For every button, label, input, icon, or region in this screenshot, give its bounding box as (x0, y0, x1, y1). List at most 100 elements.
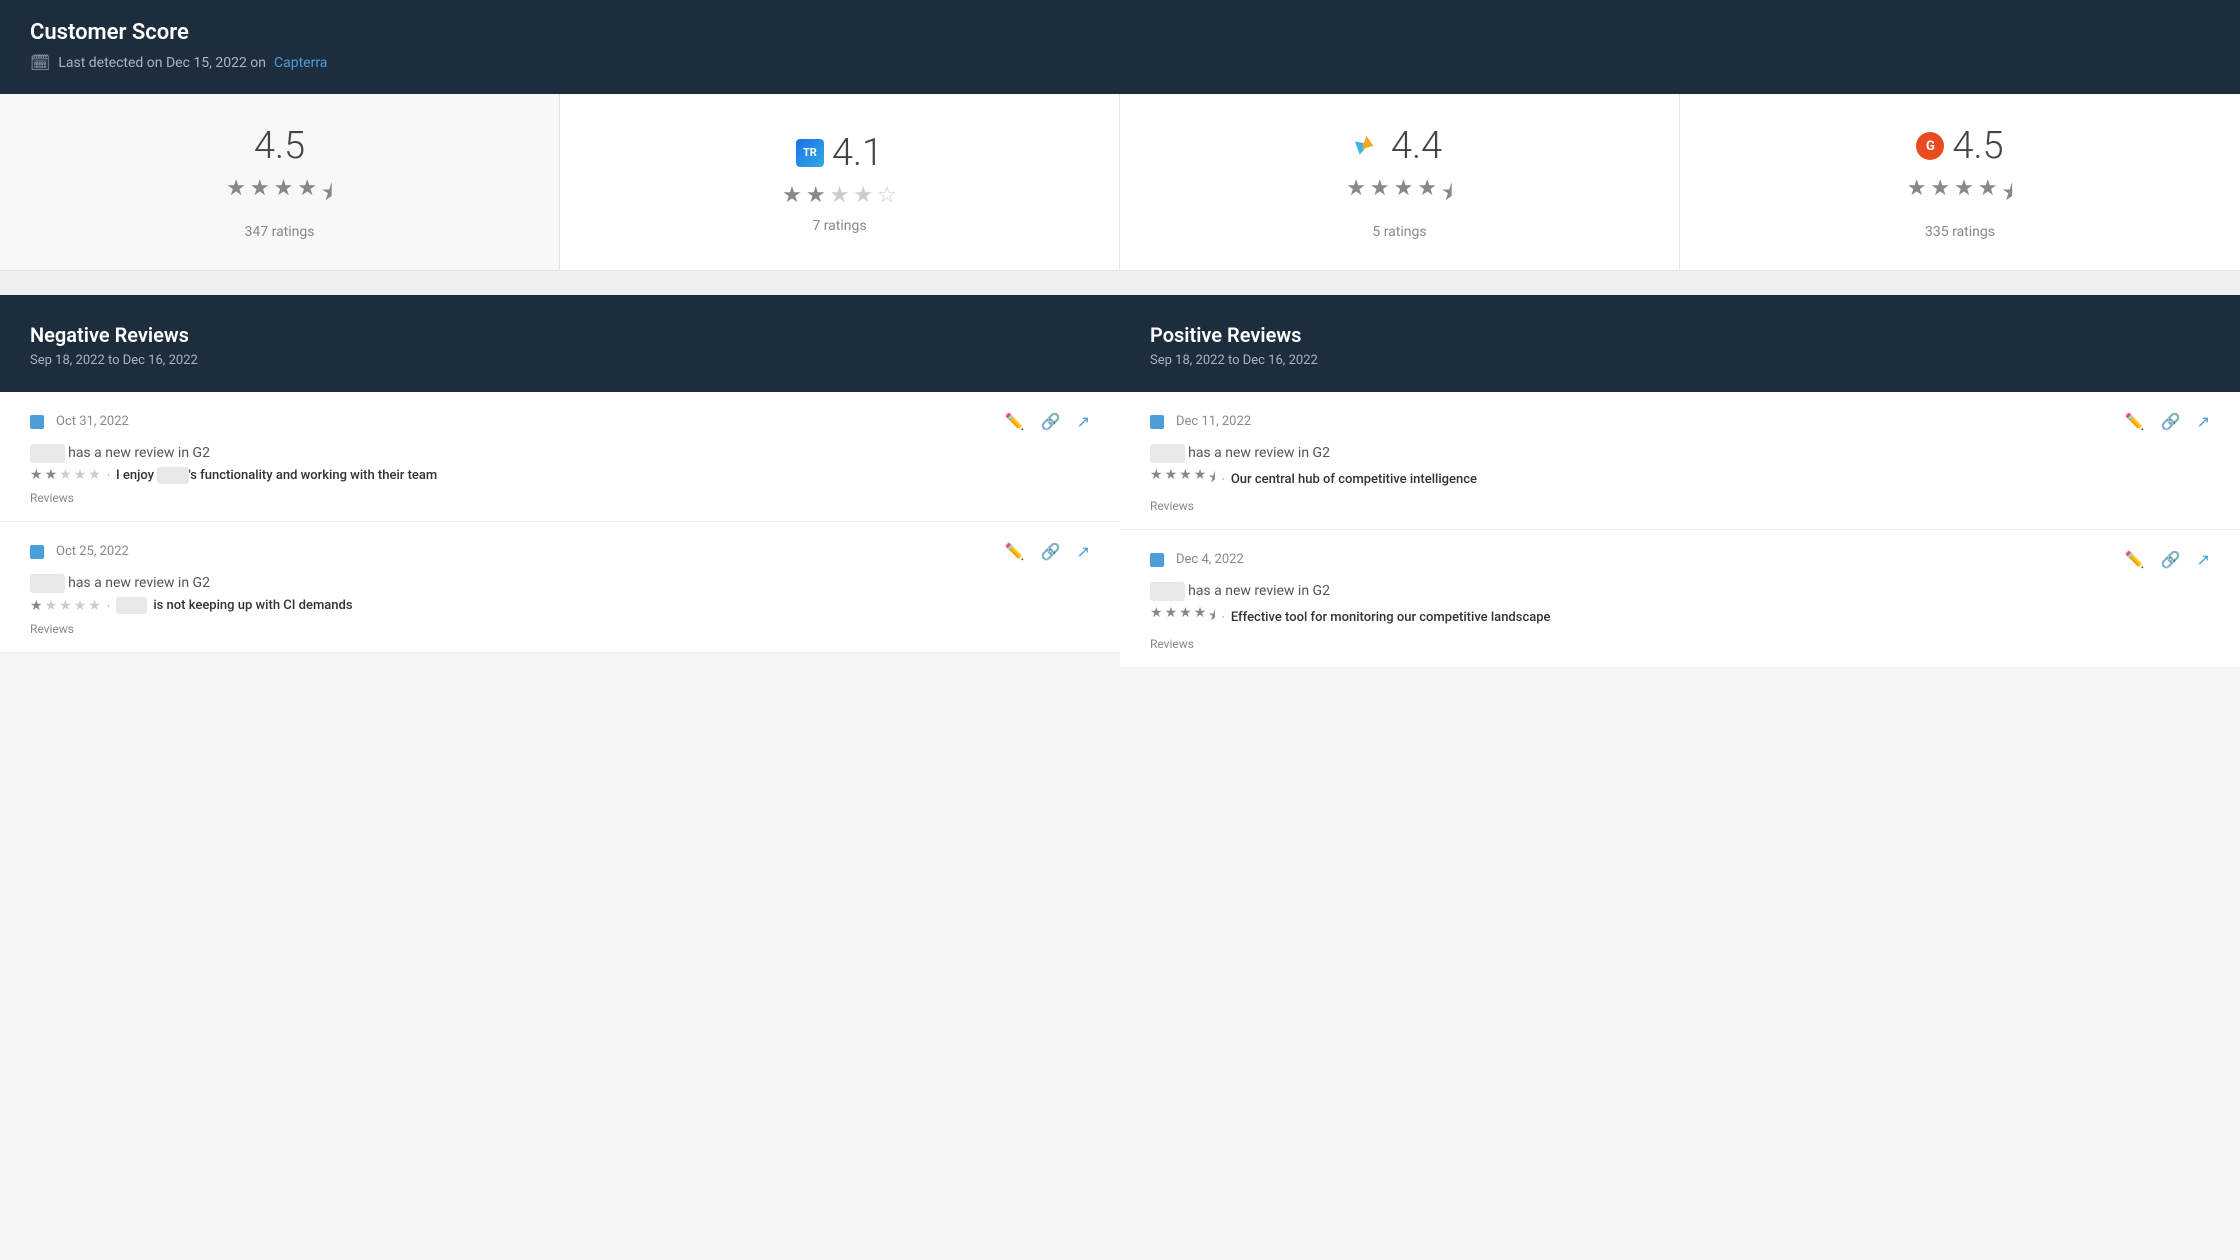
pos-dot-sep-2: · (1222, 610, 1225, 624)
p2-star-5: ⯨ (1208, 605, 1215, 629)
stars-g2: ★ ★ ★ ★ ⯨ (1907, 176, 2014, 214)
rating-cell-g2: G 4.5 ★ ★ ★ ★ ⯨ 335 ratings (1680, 94, 2240, 270)
ratings-bar: 4.5 ★ ★ ★ ★ ⯨ 347 ratings TR 4.1 ★ ★ ★ ★… (0, 94, 2240, 271)
pos-edit-icon-2[interactable]: ✏️ (2125, 550, 2145, 569)
review-title-row-1: ★ ★ ★ ★ ★ · I enjoy 's functionality and… (30, 467, 1090, 483)
positive-review-1: Dec 11, 2022 ✏️ 🔗 ↗ has a new review in … (1120, 392, 2240, 530)
r-star-3: ★ (59, 467, 72, 483)
dot-sep-1: · (107, 468, 110, 482)
star-2: ★ (1930, 176, 1950, 214)
pos-review-company-text-2: has a new review in G2 (1188, 583, 1330, 599)
review-date-1: Oct 31, 2022 (56, 414, 129, 429)
pos-review-title-2: Effective tool for monitoring our compet… (1231, 610, 1551, 625)
review-actions-1[interactable]: ✏️ 🔗 ↗ (1005, 412, 1090, 431)
star-1: ★ (1907, 176, 1927, 214)
review-title-1: I enjoy 's functionality and working wit… (116, 468, 437, 483)
capterra-link[interactable]: Capterra (274, 55, 327, 71)
review-stars-2: ★ ★ ★ ★ ★ (30, 598, 101, 614)
pos-review-title-1: Our central hub of competitive intellige… (1231, 472, 1477, 487)
positive-reviews-section: Positive Reviews Sep 18, 2022 to Dec 16,… (1120, 295, 2240, 668)
external-icon-1[interactable]: ↗ (1077, 412, 1090, 431)
pos-link-icon-1[interactable]: 🔗 (2161, 412, 2181, 431)
star-2: ★ (1370, 176, 1390, 214)
pos-review-dot-2 (1150, 553, 1164, 567)
star-5: ⯨ (1441, 176, 1453, 214)
star-2: ★ (806, 183, 826, 208)
star-2: ★ (250, 176, 270, 214)
pos-review-actions-2[interactable]: ✏️ 🔗 ↗ (2125, 550, 2210, 569)
r2-star-4: ★ (74, 598, 87, 614)
pos-review-company-name-1 (1150, 444, 1185, 463)
review-actions-2[interactable]: ✏️ 🔗 ↗ (1005, 542, 1090, 561)
r2-star-2: ★ (45, 598, 58, 614)
edit-icon-1[interactable]: ✏️ (1005, 412, 1025, 431)
review-title-2: is not keeping up with CI demands (153, 598, 352, 613)
pos-review-dot-1 (1150, 415, 1164, 429)
pos-external-icon-2[interactable]: ↗ (2197, 550, 2210, 569)
reviews-container: Negative Reviews Sep 18, 2022 to Dec 16,… (0, 295, 2240, 668)
negative-reviews-date: Sep 18, 2022 to Dec 16, 2022 (30, 353, 1090, 368)
review-company-2: has a new review in G2 (30, 575, 1090, 591)
review-dot-2 (30, 545, 44, 559)
g2-logo: G (1916, 132, 1944, 160)
negative-reviews-title: Negative Reviews (30, 323, 1090, 347)
star-5: ☆ (877, 183, 897, 208)
stars-tr: ★ ★ ★ ★ ☆ (782, 183, 897, 208)
rating-cell-trustradius: TR 4.1 ★ ★ ★ ★ ☆ 7 ratings (560, 94, 1120, 270)
rating-number-row: 4.5 (254, 124, 305, 168)
review-company-name-2 (30, 574, 65, 593)
star-1: ★ (782, 183, 802, 208)
negative-reviews-list: Oct 31, 2022 ✏️ 🔗 ↗ has a new review in … (0, 392, 1120, 653)
pos-review-actions-1[interactable]: ✏️ 🔗 ↗ (2125, 412, 2210, 431)
link-icon-2[interactable]: 🔗 (1041, 542, 1061, 561)
pos-review-tag-2: Reviews (1150, 637, 2210, 651)
star-3: ★ (1954, 176, 1974, 214)
pos-review-header-left-1: Dec 11, 2022 (1150, 414, 1251, 429)
p-star-3: ★ (1179, 467, 1192, 491)
pos-review-header-left-2: Dec 4, 2022 (1150, 552, 1244, 567)
r-star-2: ★ (45, 467, 58, 483)
negative-review-1: Oct 31, 2022 ✏️ 🔗 ↗ has a new review in … (0, 392, 1120, 522)
negative-reviews-header: Negative Reviews Sep 18, 2022 to Dec 16,… (0, 295, 1120, 392)
r-star-5: ★ (88, 467, 101, 483)
pos-edit-icon-1[interactable]: ✏️ (2125, 412, 2145, 431)
star-3: ★ (830, 183, 850, 208)
p-star-5: ⯨ (1208, 467, 1215, 491)
pos-review-header-2: Dec 4, 2022 ✏️ 🔗 ↗ (1150, 550, 2210, 569)
pos-review-title-row-2: ★ ★ ★ ★ ⯨ · Effective tool for monitorin… (1150, 605, 2210, 629)
rating-number-row-tr: TR 4.1 (796, 131, 883, 175)
review-tag-1: Reviews (30, 491, 1090, 505)
pos-external-icon-1[interactable]: ↗ (2197, 412, 2210, 431)
p-star-2: ★ (1165, 467, 1178, 491)
stars-aggregate: ★ ★ ★ ★ ⯨ (226, 176, 333, 214)
negative-review-2: Oct 25, 2022 ✏️ 🔗 ↗ has a new review in … (0, 522, 1120, 653)
pos-review-company-2: has a new review in G2 (1150, 583, 2210, 599)
trustradius-logo: TR (796, 139, 824, 167)
pos-review-stars-2: ★ ★ ★ ★ ⯨ (1150, 605, 1216, 629)
rating-number-tr: 4.1 (832, 131, 883, 175)
separator (0, 271, 2240, 295)
positive-reviews-header: Positive Reviews Sep 18, 2022 to Dec 16,… (1120, 295, 2240, 392)
link-icon-1[interactable]: 🔗 (1041, 412, 1061, 431)
ratings-count-g2: 335 ratings (1925, 224, 1995, 240)
review-company-1: has a new review in G2 (30, 445, 1090, 461)
p2-star-4: ★ (1194, 605, 1207, 629)
r2-star-5: ★ (88, 598, 101, 614)
star-5: ⯨ (321, 176, 333, 214)
r-star-1: ★ (30, 467, 43, 483)
positive-review-2: Dec 4, 2022 ✏️ 🔗 ↗ has a new review in G… (1120, 530, 2240, 668)
review-company-text-1: has a new review in G2 (68, 445, 210, 461)
external-icon-2[interactable]: ↗ (1077, 542, 1090, 561)
dot-sep-2: · (107, 599, 110, 613)
page-title: Customer Score (30, 20, 2210, 45)
edit-icon-2[interactable]: ✏️ (1005, 542, 1025, 561)
rating-number-capterra: 4.4 (1391, 124, 1442, 168)
star-4: ★ (1417, 176, 1437, 214)
star-1: ★ (226, 176, 246, 214)
rating-number-row-g2: G 4.5 (1916, 124, 2003, 168)
star-1: ★ (1346, 176, 1366, 214)
pos-link-icon-2[interactable]: 🔗 (2161, 550, 2181, 569)
review-tag-2: Reviews (30, 622, 1090, 636)
star-4: ★ (297, 176, 317, 214)
review-header-2: Oct 25, 2022 ✏️ 🔗 ↗ (30, 542, 1090, 561)
